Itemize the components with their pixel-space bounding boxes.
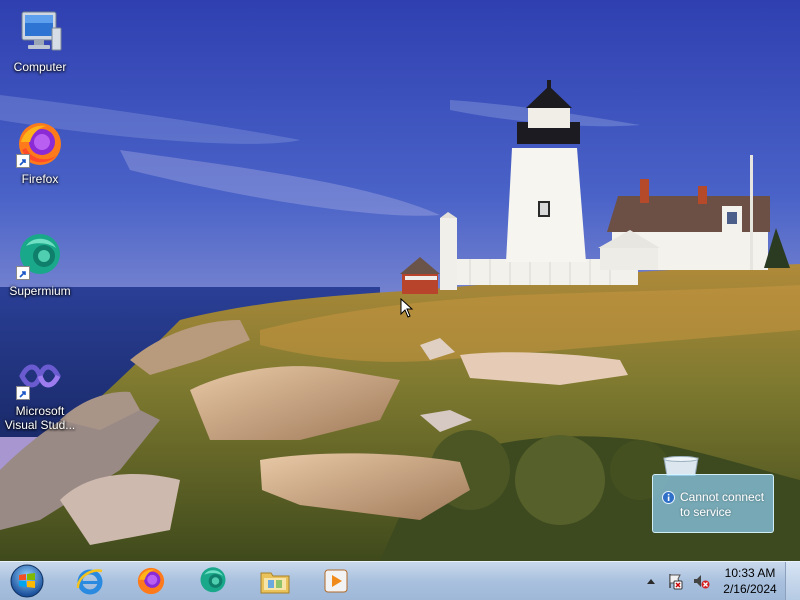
taskbar-supermium-button[interactable] — [189, 564, 237, 598]
desktop-icon-label: Computer — [13, 60, 67, 74]
shortcut-arrow-icon — [16, 154, 30, 168]
info-icon — [662, 491, 675, 504]
supermium-icon — [200, 567, 226, 593]
shortcut-arrow-icon — [16, 386, 30, 400]
desktop-icon-firefox[interactable]: Firefox — [1, 120, 79, 186]
taskbar-firefox-button[interactable] — [127, 564, 175, 598]
internet-explorer-icon — [76, 569, 103, 595]
recycle-bin-icon[interactable] — [662, 456, 700, 476]
desktop-icon-label: Firefox — [21, 172, 59, 186]
desktop-icon-label: Supermium — [9, 284, 71, 298]
volume-muted-icon — [694, 575, 710, 589]
action-center-button[interactable] — [664, 562, 686, 600]
show-hidden-icons-button[interactable] — [644, 562, 658, 600]
firefox-icon — [137, 567, 165, 595]
taskbar-media-player-button[interactable] — [312, 564, 360, 598]
folder-icon — [260, 572, 290, 594]
desktop[interactable]: Computer Firefox Supermium Microsoft Vis… — [0, 0, 800, 600]
desktop-icon-label: Microsoft Visual Stud... — [4, 404, 76, 432]
taskbar-clock[interactable]: 10:33 AM 2/16/2024 — [716, 565, 784, 597]
taskbar-internet-explorer-button[interactable] — [66, 564, 114, 598]
mouse-cursor-icon — [400, 298, 414, 318]
action-center-icon — [669, 574, 683, 590]
taskbar-windows-explorer-button[interactable] — [251, 564, 299, 598]
computer-icon — [16, 8, 64, 56]
supermium-icon — [16, 232, 64, 280]
desktop-icon-supermium[interactable]: Supermium — [1, 232, 79, 298]
taskbar: 10:33 AM 2/16/2024 — [0, 561, 800, 600]
firefox-icon — [16, 120, 64, 168]
clock-time: 10:33 AM — [724, 566, 776, 580]
shortcut-arrow-icon — [16, 266, 30, 280]
show-hidden-icons-arrow — [647, 579, 655, 584]
visual-studio-icon — [16, 352, 64, 400]
notification-popup[interactable]: Cannot connect to service — [652, 474, 774, 533]
clock-date: 2/16/2024 — [723, 582, 777, 596]
show-desktop-button[interactable] — [785, 562, 800, 600]
notification-message: Cannot connect to service — [680, 490, 765, 519]
desktop-icon-computer[interactable]: Computer — [1, 8, 79, 74]
start-button[interactable] — [2, 564, 52, 598]
windows-logo-icon — [10, 564, 44, 598]
media-player-icon — [324, 569, 348, 593]
desktop-icon-visual-studio[interactable]: Microsoft Visual Stud... — [1, 352, 79, 432]
volume-button[interactable] — [690, 562, 712, 600]
